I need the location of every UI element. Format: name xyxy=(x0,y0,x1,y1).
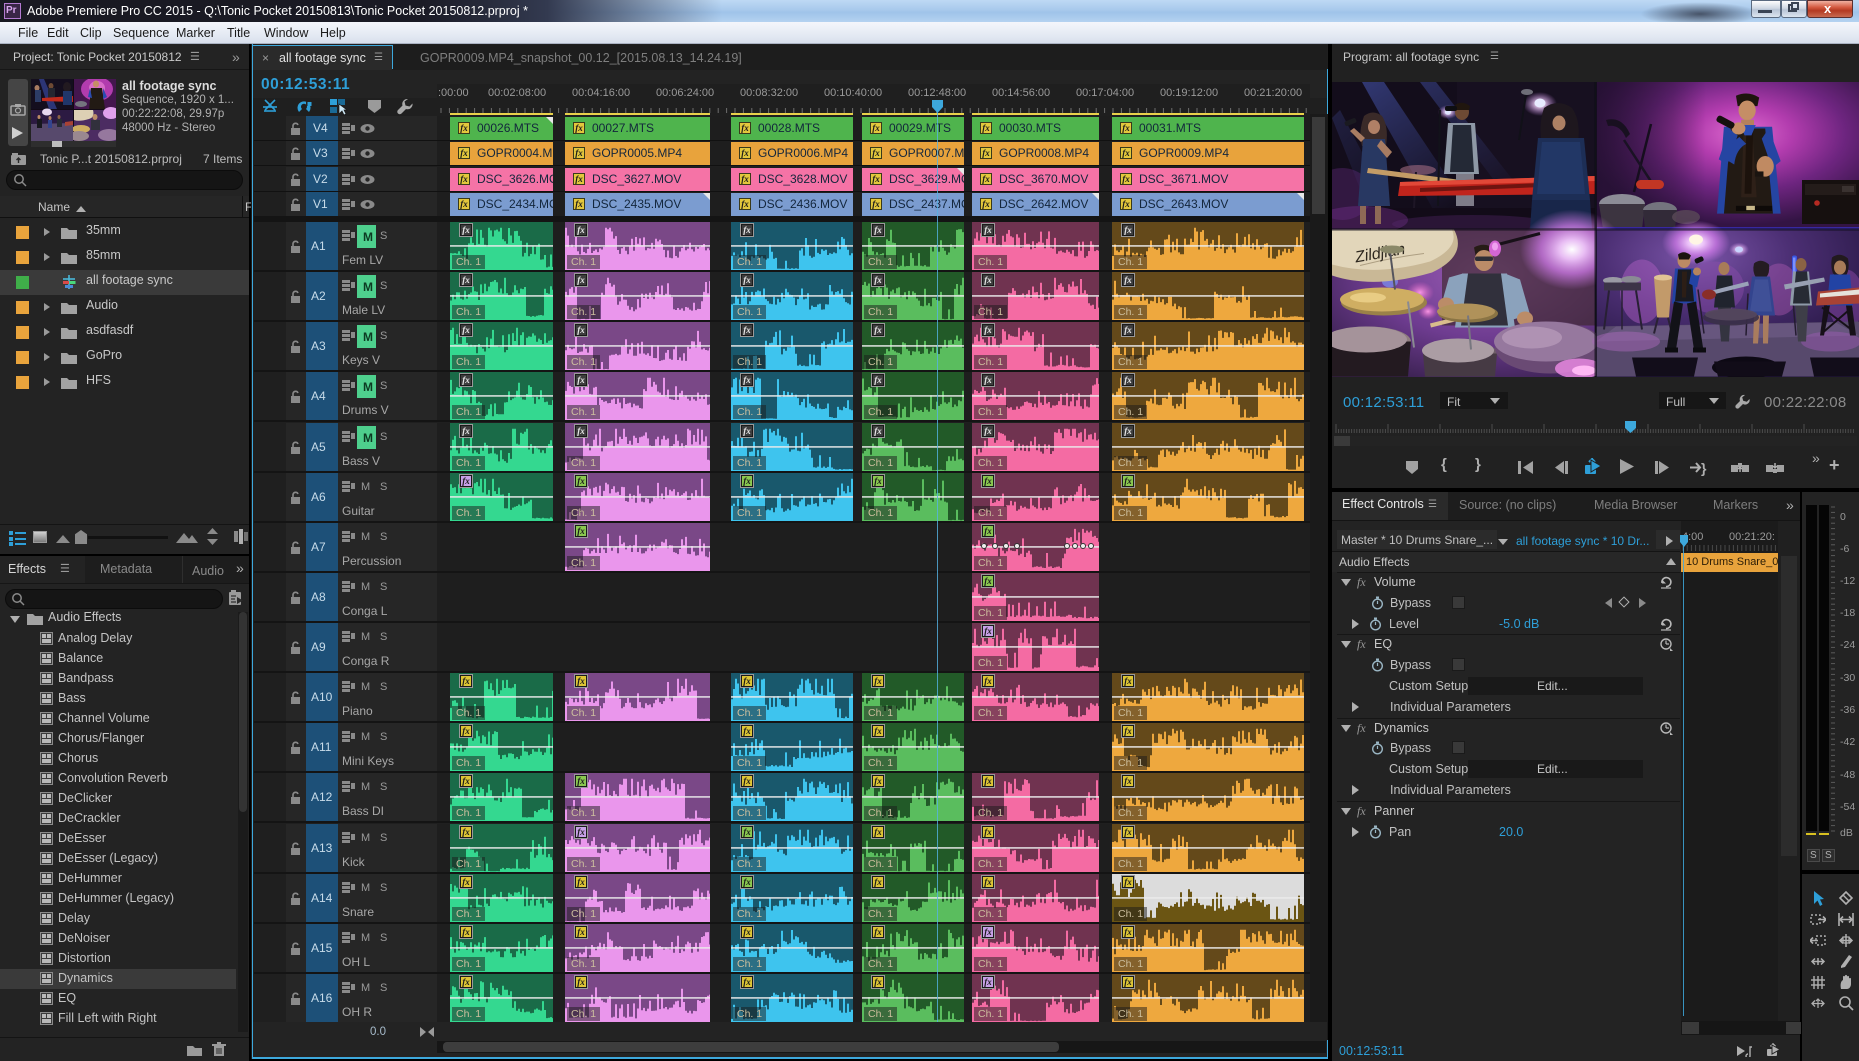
svg-text:}: } xyxy=(1701,460,1707,476)
